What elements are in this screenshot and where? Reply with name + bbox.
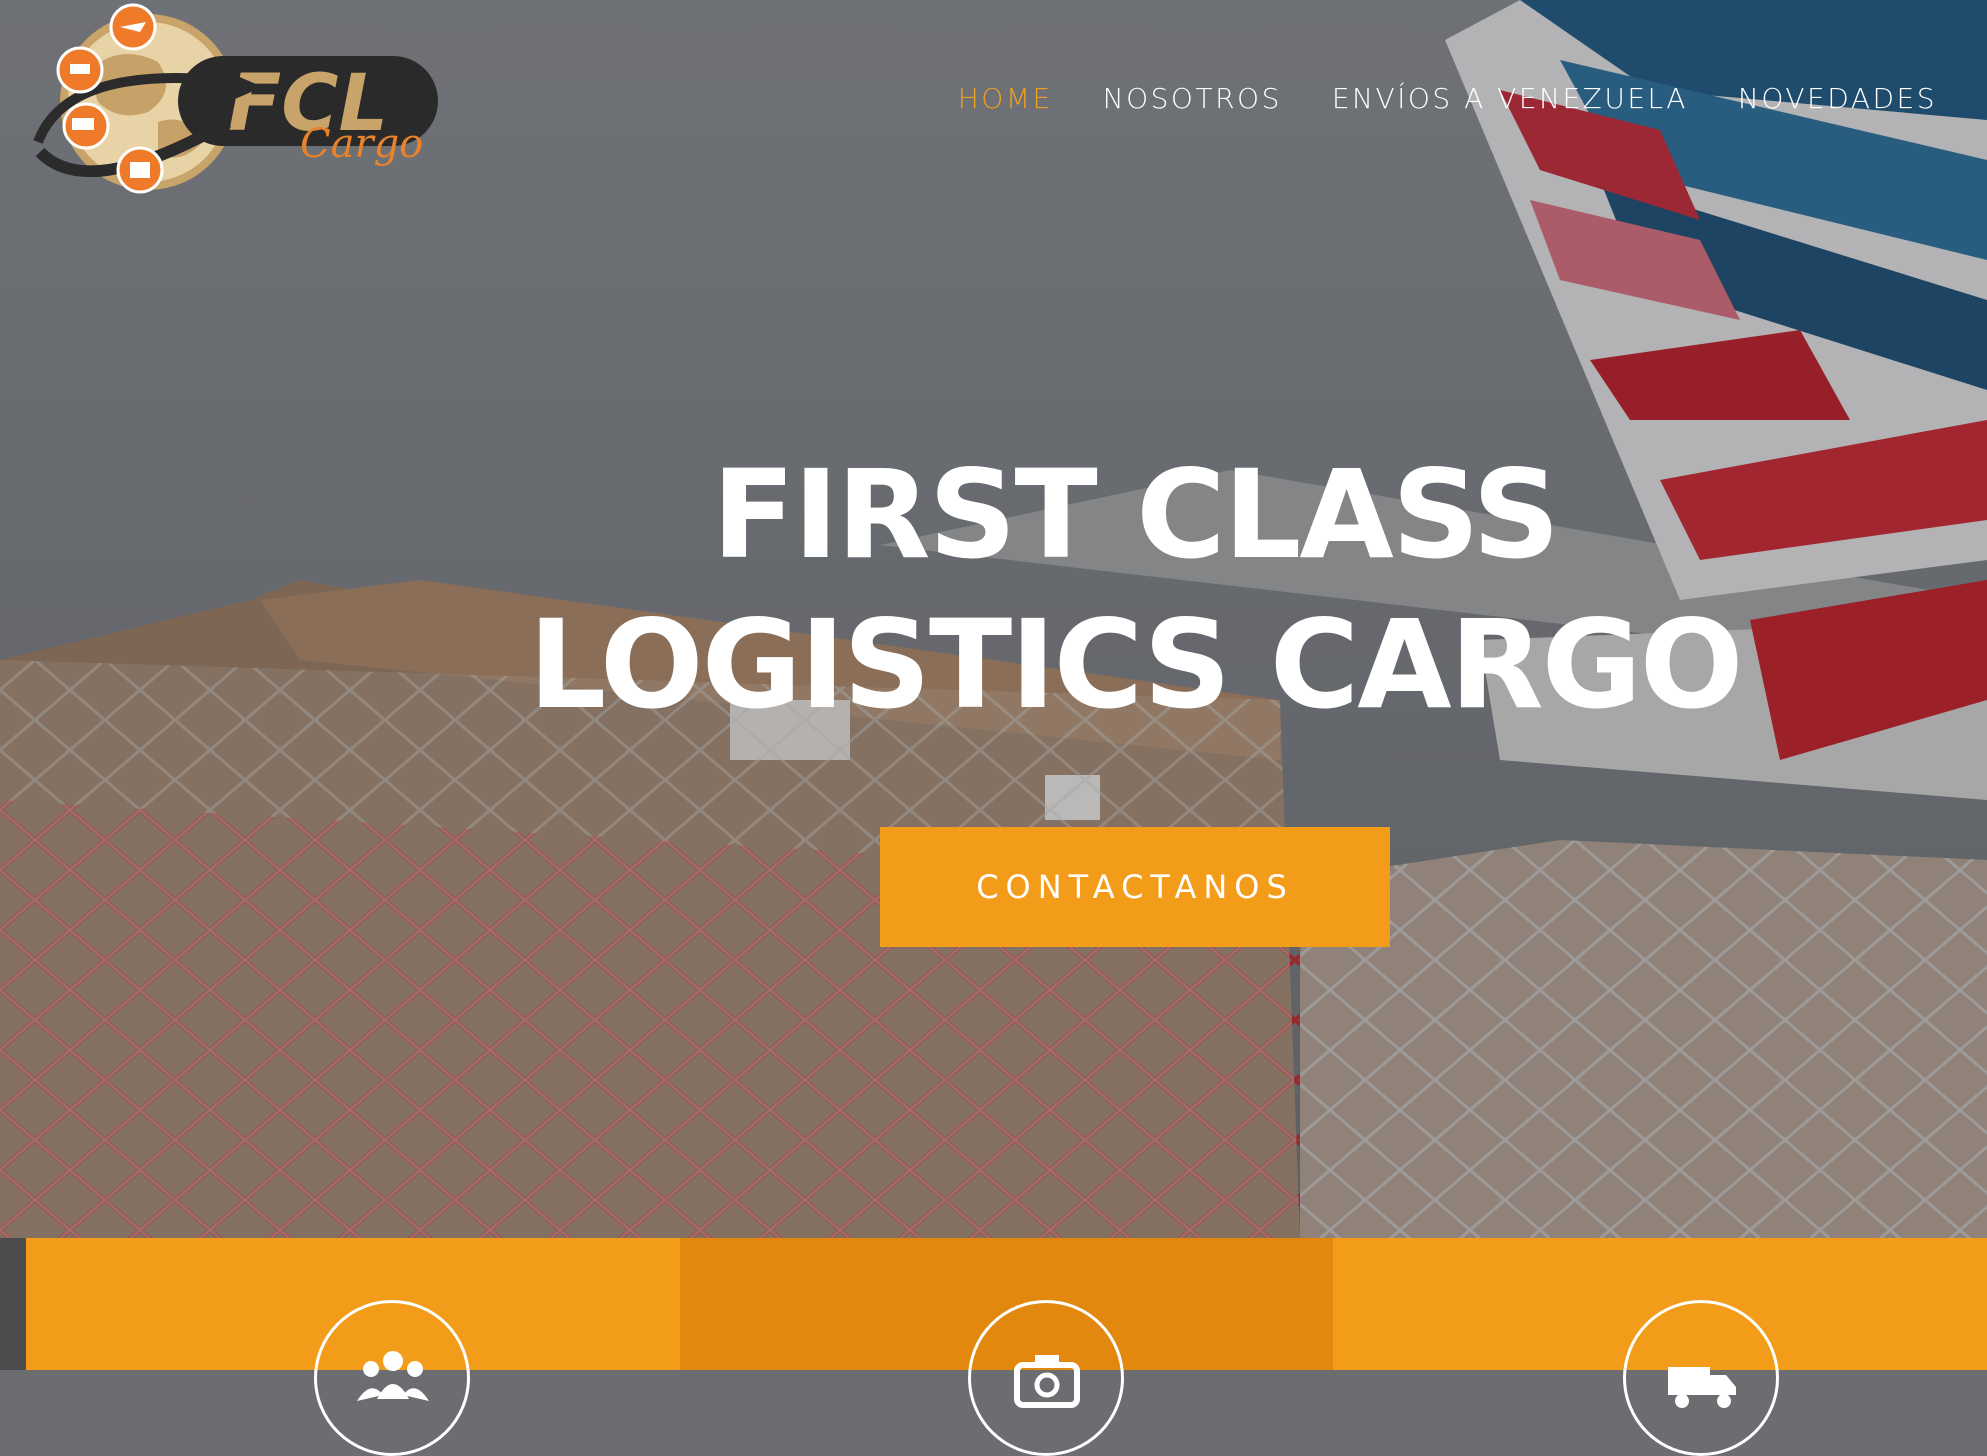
nav-item-novedades[interactable]: NOVEDADES	[1738, 82, 1937, 115]
logo-cargo-text: Cargo	[300, 121, 423, 167]
truck-icon	[1668, 1367, 1737, 1408]
feature-card-3[interactable]	[1333, 1238, 1987, 1456]
main-nav: HOME NOSOTROS ENVÍOS A VENEZUELA NOVEDAD…	[958, 82, 1937, 115]
feature-icon-circle	[967, 1300, 1124, 1456]
feature-card-1[interactable]	[26, 1238, 680, 1456]
globe-logistics-logo-icon: FCL Cargo	[33, 3, 438, 194]
camera-icon	[1013, 1355, 1080, 1408]
feature-icon-circle	[314, 1300, 470, 1456]
contact-button[interactable]: CONTACTANOS	[880, 827, 1390, 947]
hero-headline-line2: LOGISTICS CARGO	[528, 594, 1744, 736]
feature-strip	[26, 1238, 1987, 1456]
hero-headline-line1: FIRST CLASS	[711, 444, 1560, 586]
feature-card-2[interactable]	[679, 1238, 1334, 1456]
brand-logo[interactable]: FCL Cargo	[28, 2, 448, 202]
users-icon	[357, 1351, 429, 1401]
nav-item-nosotros[interactable]: NOSOTROS	[1103, 82, 1282, 115]
feature-icon-circle	[1623, 1300, 1780, 1456]
nav-item-home[interactable]: HOME	[958, 82, 1053, 115]
nav-item-envios-a-venezuela[interactable]: ENVÍOS A VENEZUELA	[1332, 82, 1688, 115]
hero-headline: FIRST CLASS LOGISTICS CARGO	[0, 440, 1987, 740]
